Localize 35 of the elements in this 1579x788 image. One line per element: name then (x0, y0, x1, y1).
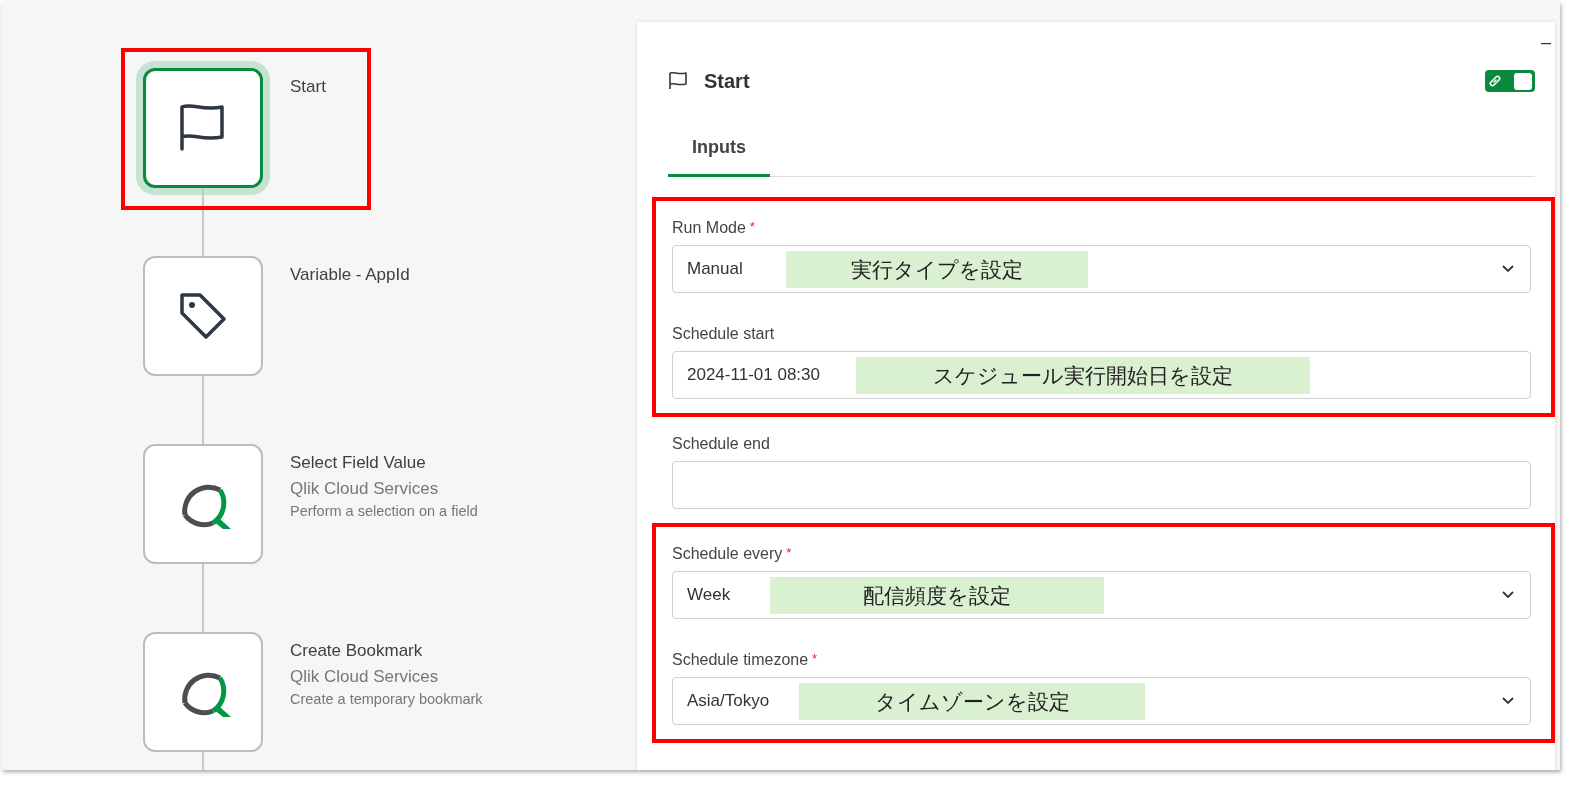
panel-title: Start (704, 69, 751, 93)
field-label: Schedule every * (672, 545, 793, 563)
flow-node-card[interactable] (143, 632, 263, 752)
node-title: Variable - AppId (290, 265, 410, 285)
annotation-label: 実行タイプを設定 (786, 251, 1088, 288)
node-title: Create Bookmark (290, 641, 424, 661)
field-label: Schedule end (672, 435, 771, 453)
node-title: Start (290, 77, 326, 97)
chevron-down-icon (1502, 591, 1514, 599)
input-field[interactable] (672, 461, 1531, 509)
annotation-label: スケジュール実行開始日を設定 (856, 357, 1310, 394)
node-title: Select Field Value (290, 453, 427, 473)
dropdown-field[interactable]: Asia/Tokyo タイムゾーンを設定 (672, 677, 1531, 725)
field-label: Run Mode * (672, 219, 756, 237)
node-description: Perform a selection on a field (290, 503, 478, 519)
chevron-down-icon (1502, 697, 1514, 705)
node-service: Qlik Cloud Services (290, 667, 440, 687)
tag-icon (179, 292, 227, 340)
flow-node-card[interactable] (143, 256, 263, 376)
annotation-label: タイムゾーンを設定 (799, 683, 1145, 720)
field-label: Schedule timezone * (672, 651, 819, 669)
link-icon (1488, 74, 1502, 88)
input-field[interactable]: 2024-11-01 08:30 スケジュール実行開始日を設定 (672, 351, 1531, 399)
dropdown-field[interactable]: Week 配信頻度を設定 (672, 571, 1531, 619)
flag-icon (668, 71, 688, 91)
tab[interactable]: Inputs (668, 125, 770, 177)
chevron-down-icon (1502, 265, 1514, 273)
minimize-button[interactable]: – (1541, 32, 1551, 53)
dropdown-field[interactable]: Manual 実行タイプを設定 (672, 245, 1531, 293)
field-label: Schedule start (672, 325, 776, 343)
node-service: Qlik Cloud Services (290, 479, 440, 499)
annotation-label: 配信頻度を設定 (770, 577, 1104, 614)
link-toggle[interactable] (1485, 70, 1535, 92)
node-description: Create a temporary bookmark (290, 691, 483, 707)
flow-node-card[interactable] (143, 444, 263, 564)
